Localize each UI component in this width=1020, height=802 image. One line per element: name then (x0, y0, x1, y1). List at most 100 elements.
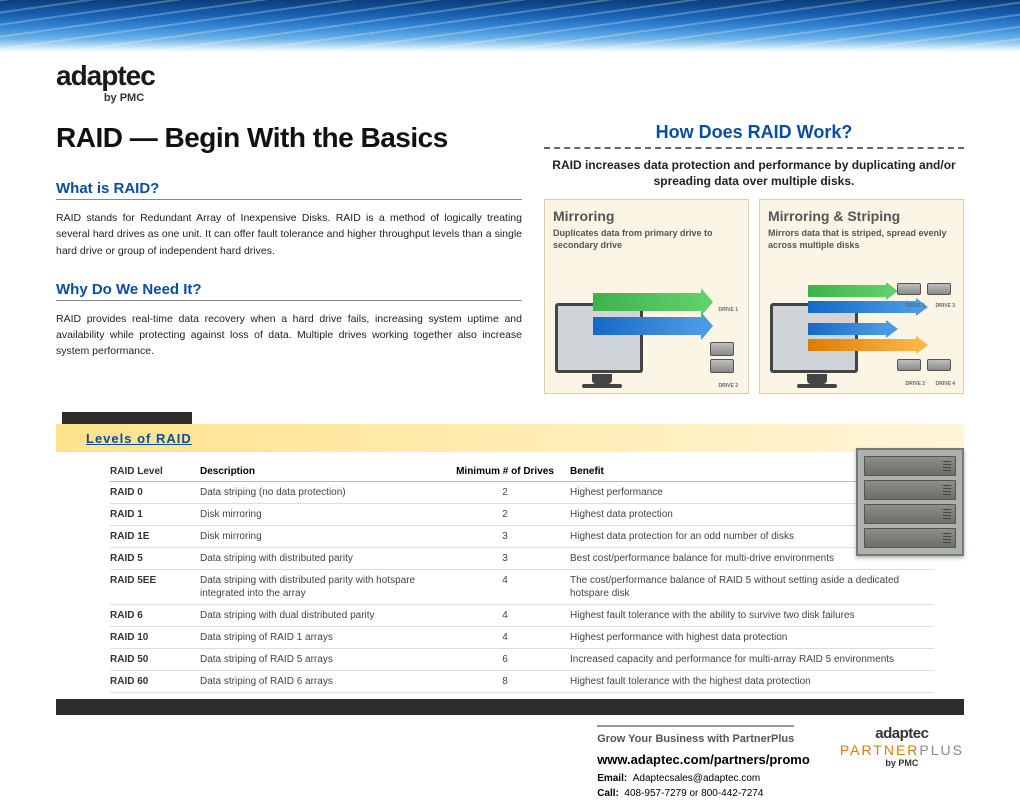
table-row: RAID 0Data striping (no data protection)… (110, 482, 934, 504)
drive-label: DRIVE 4 (936, 381, 955, 387)
table-row: RAID 6Data striping with dual distribute… (110, 605, 934, 627)
how-title: How Does RAID Work? (544, 122, 964, 143)
drive-label: DRIVE 2 (719, 383, 738, 389)
call-label: Call: (597, 788, 619, 799)
drive-stack (927, 359, 951, 371)
cell-level: RAID 50 (110, 653, 200, 666)
drive-icon (927, 283, 951, 295)
footer-logo: adaptec PARTNERPLUS by PMC (840, 725, 964, 768)
arrow-icon (808, 323, 898, 335)
top-banner (0, 0, 1020, 52)
what-body: RAID stands for Redundant Array of Inexp… (56, 210, 522, 259)
partnerplus-logo: PARTNERPLUS (840, 742, 964, 758)
footer-brand: adaptec (840, 725, 964, 742)
col-min: Minimum # of Drives (440, 466, 570, 477)
cell-min: 8 (440, 675, 570, 688)
cell-desc: Data striping (no data protection) (200, 486, 440, 499)
col-level: RAID Level (110, 466, 200, 477)
drive-label: DRIVE 2 (906, 381, 925, 387)
page-title: RAID — Begin With the Basics (56, 122, 522, 154)
table-row: RAID 10Data striping of RAID 1 arrays4Hi… (110, 627, 934, 649)
table-row: RAID 1EDisk mirroring3Highest data prote… (110, 526, 934, 548)
cell-min: 2 (440, 486, 570, 499)
cell-level: RAID 5EE (110, 574, 200, 600)
raid-table: RAID Level Description Minimum # of Driv… (110, 462, 934, 693)
drive-icon (897, 283, 921, 295)
cell-level: RAID 0 (110, 486, 200, 499)
levels-heading: Levels of RAID (86, 431, 192, 446)
table-row: RAID 5EEData striping with distributed p… (110, 570, 934, 605)
drive-icon (710, 359, 734, 373)
levels-section: Levels of RAID RAID Level Description Mi… (56, 412, 964, 715)
cell-benefit: Increased capacity and performance for m… (570, 653, 934, 666)
drive-stack (710, 342, 734, 373)
diagram-row: Mirroring Duplicates data from primary d… (544, 199, 964, 394)
cell-desc: Data striping with dual distributed pari… (200, 609, 440, 622)
cell-desc: Data striping of RAID 5 arrays (200, 653, 440, 666)
table-row: RAID 5Data striping with distributed par… (110, 548, 934, 570)
table-row: RAID 1Disk mirroring2Highest data protec… (110, 504, 934, 526)
arrow-icon (593, 317, 713, 335)
cell-level: RAID 1E (110, 530, 200, 543)
cell-min: 4 (440, 574, 570, 600)
mirroring-card: Mirroring Duplicates data from primary d… (544, 199, 749, 394)
cell-desc: Disk mirroring (200, 530, 440, 543)
cell-benefit: Highest fault tolerance with the ability… (570, 609, 934, 622)
arrow-icon (593, 293, 713, 311)
cell-min: 4 (440, 609, 570, 622)
brand-byline: by PMC (56, 92, 192, 104)
drive-label: DRIVE 1 (719, 307, 738, 313)
table-row: RAID 50Data striping of RAID 5 arrays6In… (110, 649, 934, 671)
cell-min: 4 (440, 631, 570, 644)
mirror-stripe-card: Mirroring & Striping Mirrors data that i… (759, 199, 964, 394)
footer-email: Adaptecsales@adaptec.com (633, 773, 760, 784)
cell-benefit: The cost/performance balance of RAID 5 w… (570, 574, 934, 600)
card-title: Mirroring & Striping (768, 208, 955, 224)
email-label: Email: (597, 773, 627, 784)
brand-logo: adaptec by PMC (56, 62, 1020, 104)
dashed-rule (544, 147, 964, 149)
drive-label: DRIVE 3 (936, 303, 955, 309)
drive-label: DRIVE 1 (906, 303, 925, 309)
drive-icon (897, 359, 921, 371)
drive-stack (897, 359, 921, 371)
why-body: RAID provides real-time data recovery wh… (56, 311, 522, 360)
footer: Grow Your Business with PartnerPlus www.… (0, 725, 964, 801)
cell-min: 3 (440, 552, 570, 565)
left-column: RAID — Begin With the Basics What is RAI… (56, 122, 522, 394)
levels-heading-bar: Levels of RAID (56, 424, 964, 452)
cell-min: 3 (440, 530, 570, 543)
cell-level: RAID 1 (110, 508, 200, 521)
arrow-icon (808, 285, 898, 297)
footer-tagline: Grow Your Business with PartnerPlus (597, 725, 794, 748)
footer-byline: by PMC (840, 758, 964, 768)
brand-name: adaptec (56, 62, 1020, 90)
drive-icon (927, 359, 951, 371)
card-desc: Mirrors data that is striped, spread eve… (768, 228, 955, 254)
drive-bay (864, 504, 956, 524)
right-column: How Does RAID Work? RAID increases data … (544, 122, 964, 394)
card-title: Mirroring (553, 208, 740, 224)
cell-desc: Data striping with distributed parity (200, 552, 440, 565)
rule (56, 300, 522, 301)
footer-url: www.adaptec.com/partners/promo (597, 752, 810, 767)
mirror-stripe-scene: DRIVE 1 DRIVE 3 DRIVE 2 DRIVE 4 (768, 275, 955, 387)
table-row: RAID 60Data striping of RAID 6 arrays8Hi… (110, 671, 934, 693)
how-subtitle: RAID increases data protection and perfo… (544, 157, 964, 189)
table-header: RAID Level Description Minimum # of Driv… (110, 462, 934, 482)
cell-min: 2 (440, 508, 570, 521)
rule (56, 199, 522, 200)
monitor-icon (555, 303, 643, 373)
cell-level: RAID 5 (110, 552, 200, 565)
cell-level: RAID 6 (110, 609, 200, 622)
footer-phone: 408-957-7279 or 800-442-7274 (624, 788, 763, 799)
cell-min: 6 (440, 653, 570, 666)
cell-level: RAID 10 (110, 631, 200, 644)
drive-enclosure-image (856, 448, 964, 556)
why-heading: Why Do We Need It? (56, 281, 522, 298)
col-desc: Description (200, 466, 440, 477)
cell-benefit: Highest fault tolerance with the highest… (570, 675, 934, 688)
cell-desc: Data striping of RAID 6 arrays (200, 675, 440, 688)
accent-bar (56, 699, 964, 715)
drive-bay (864, 480, 956, 500)
